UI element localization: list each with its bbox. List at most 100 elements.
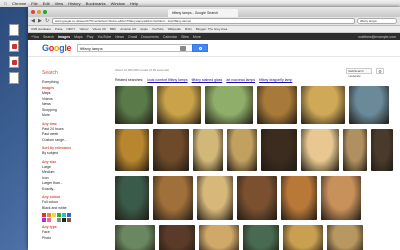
- image-result-thumbnail[interactable]: [301, 86, 345, 124]
- colour-swatch[interactable]: [42, 213, 46, 217]
- bookmark-item[interactable]: Pulse: [55, 27, 63, 31]
- image-result-thumbnail[interactable]: [197, 176, 233, 220]
- colour-swatch[interactable]: [57, 218, 61, 222]
- image-result-thumbnail[interactable]: [261, 129, 297, 171]
- google-bar-item[interactable]: Calendar: [163, 35, 177, 39]
- gear-icon[interactable]: ⚙: [376, 68, 384, 74]
- google-bar-item[interactable]: YouTube: [97, 35, 111, 39]
- menubar-item[interactable]: History: [68, 0, 80, 7]
- image-result-thumbnail[interactable]: [371, 129, 393, 171]
- reload-icon[interactable]: ↻: [45, 18, 50, 24]
- bookmark-item[interactable]: Vdeos UK: [93, 27, 107, 31]
- google-bar-item[interactable]: More: [193, 35, 201, 39]
- colour-swatch[interactable]: [52, 218, 56, 222]
- apple-icon[interactable]: : [4, 0, 7, 7]
- bookmark-item[interactable]: BBC: [110, 27, 116, 31]
- browser-search-field[interactable]: tiffany lamps: [357, 18, 397, 24]
- image-result-thumbnail[interactable]: [349, 86, 389, 124]
- bookmark-item[interactable]: Apple: [140, 27, 148, 31]
- google-bar-item[interactable]: Sites: [181, 35, 189, 39]
- related-link[interactable]: louis comfort tiffany lamps: [147, 78, 187, 82]
- close-window-button[interactable]: [31, 10, 35, 14]
- image-result-thumbnail[interactable]: [205, 86, 253, 124]
- related-link[interactable]: art nouveau lamps: [226, 78, 255, 82]
- image-result-thumbnail[interactable]: [243, 225, 279, 250]
- image-result-thumbnail[interactable]: [283, 225, 323, 250]
- colour-swatch[interactable]: [67, 218, 71, 222]
- google-logo[interactable]: Google: [42, 43, 72, 53]
- colour-swatch[interactable]: [47, 213, 51, 217]
- file-icon[interactable]: [9, 24, 19, 36]
- google-bar-item-images[interactable]: Images: [58, 35, 70, 39]
- bookmark-item[interactable]: YouTube: [152, 27, 164, 31]
- search-input[interactable]: tiffany lamps: [77, 44, 198, 52]
- colour-swatch[interactable]: [42, 218, 46, 222]
- google-bar-item[interactable]: Search: [43, 35, 54, 39]
- google-bar-item[interactable]: Maps: [74, 35, 83, 39]
- image-result-thumbnail[interactable]: [327, 225, 363, 250]
- image-result-thumbnail[interactable]: [153, 129, 189, 171]
- time-filter[interactable]: Custom range...: [42, 138, 88, 144]
- bookmark-item[interactable]: NIFFY: [67, 27, 76, 31]
- account-link[interactable]: matthew@example.com: [358, 35, 400, 39]
- back-arrow-icon[interactable]: ◀: [31, 18, 36, 24]
- image-result-thumbnail[interactable]: [281, 176, 317, 220]
- image-result-thumbnail[interactable]: [199, 225, 239, 250]
- image-result-thumbnail[interactable]: [153, 176, 193, 220]
- forward-arrow-icon[interactable]: ▶: [38, 18, 43, 24]
- bookmark-item[interactable]: Blogger: The Grey Area: [196, 27, 227, 31]
- image-result-thumbnail[interactable]: [301, 129, 339, 171]
- google-bar-item[interactable]: Gmail: [128, 35, 137, 39]
- image-result-thumbnail[interactable]: [115, 176, 149, 220]
- bookmark-item[interactable]: Amazon UK: [120, 27, 136, 31]
- colour-swatch[interactable]: [62, 213, 66, 217]
- bookmark-item[interactable]: Wikipedia: [168, 27, 181, 31]
- image-result-thumbnail[interactable]: [115, 129, 149, 171]
- bookmark-item[interactable]: USB Hardware: [31, 27, 51, 31]
- bookmark-item[interactable]: Flickr: [185, 27, 192, 31]
- related-link[interactable]: tiffany stained glass: [192, 78, 223, 82]
- pdf-file-icon[interactable]: [9, 56, 19, 68]
- image-result-thumbnail[interactable]: [237, 176, 277, 220]
- image-result-thumbnail[interactable]: [115, 86, 153, 124]
- menubar-item[interactable]: Bookmarks: [86, 0, 106, 7]
- image-result-thumbnail[interactable]: [193, 129, 223, 171]
- sidebar-item[interactable]: More: [42, 113, 88, 119]
- menubar-item[interactable]: View: [55, 0, 64, 7]
- sort-filter[interactable]: By subject: [42, 151, 88, 157]
- type-filter[interactable]: Photo: [42, 236, 88, 242]
- colour-swatch[interactable]: [67, 213, 71, 217]
- google-bar-item[interactable]: +You: [31, 35, 39, 39]
- menubar-item[interactable]: Window: [111, 0, 125, 7]
- colour-swatch[interactable]: [57, 213, 61, 217]
- menubar-item[interactable]: Edit: [43, 0, 50, 7]
- colour-swatch[interactable]: [62, 218, 66, 222]
- google-bar-item[interactable]: News: [115, 35, 124, 39]
- file-icon[interactable]: [9, 72, 19, 84]
- image-result-thumbnail[interactable]: [157, 86, 201, 124]
- pdf-file-icon[interactable]: [9, 40, 19, 52]
- colour-swatch[interactable]: [47, 218, 51, 222]
- safesearch-dropdown[interactable]: SafeSearch moderate: [346, 68, 372, 78]
- image-result-thumbnail[interactable]: [257, 86, 297, 124]
- colour-filter[interactable]: Black and white: [42, 206, 88, 212]
- menubar-item[interactable]: Chrome: [12, 0, 26, 7]
- size-filter[interactable]: Exactly...: [42, 187, 88, 193]
- google-bar-item[interactable]: Documents: [141, 35, 159, 39]
- image-result-thumbnail[interactable]: [321, 176, 361, 220]
- image-result-thumbnail[interactable]: [227, 129, 257, 171]
- menubar-item[interactable]: Help: [130, 0, 138, 7]
- browser-tab[interactable]: tiffany lamps - Google Search: [168, 9, 238, 17]
- image-result-thumbnail[interactable]: [159, 225, 195, 250]
- camera-icon[interactable]: [180, 45, 187, 51]
- google-bar-item[interactable]: Play: [87, 35, 94, 39]
- colour-swatch[interactable]: [52, 213, 56, 217]
- image-result-thumbnail[interactable]: [343, 129, 367, 171]
- search-button[interactable]: [192, 44, 209, 52]
- zoom-window-button[interactable]: [43, 10, 47, 14]
- bookmark-item[interactable]: Yahoo!: [79, 27, 88, 31]
- address-bar[interactable]: www.google.co.uk/search?hl=en&client=fir…: [52, 18, 355, 24]
- image-result-thumbnail[interactable]: [115, 225, 155, 250]
- minimize-window-button[interactable]: [37, 10, 41, 14]
- menubar-item[interactable]: File: [31, 0, 37, 7]
